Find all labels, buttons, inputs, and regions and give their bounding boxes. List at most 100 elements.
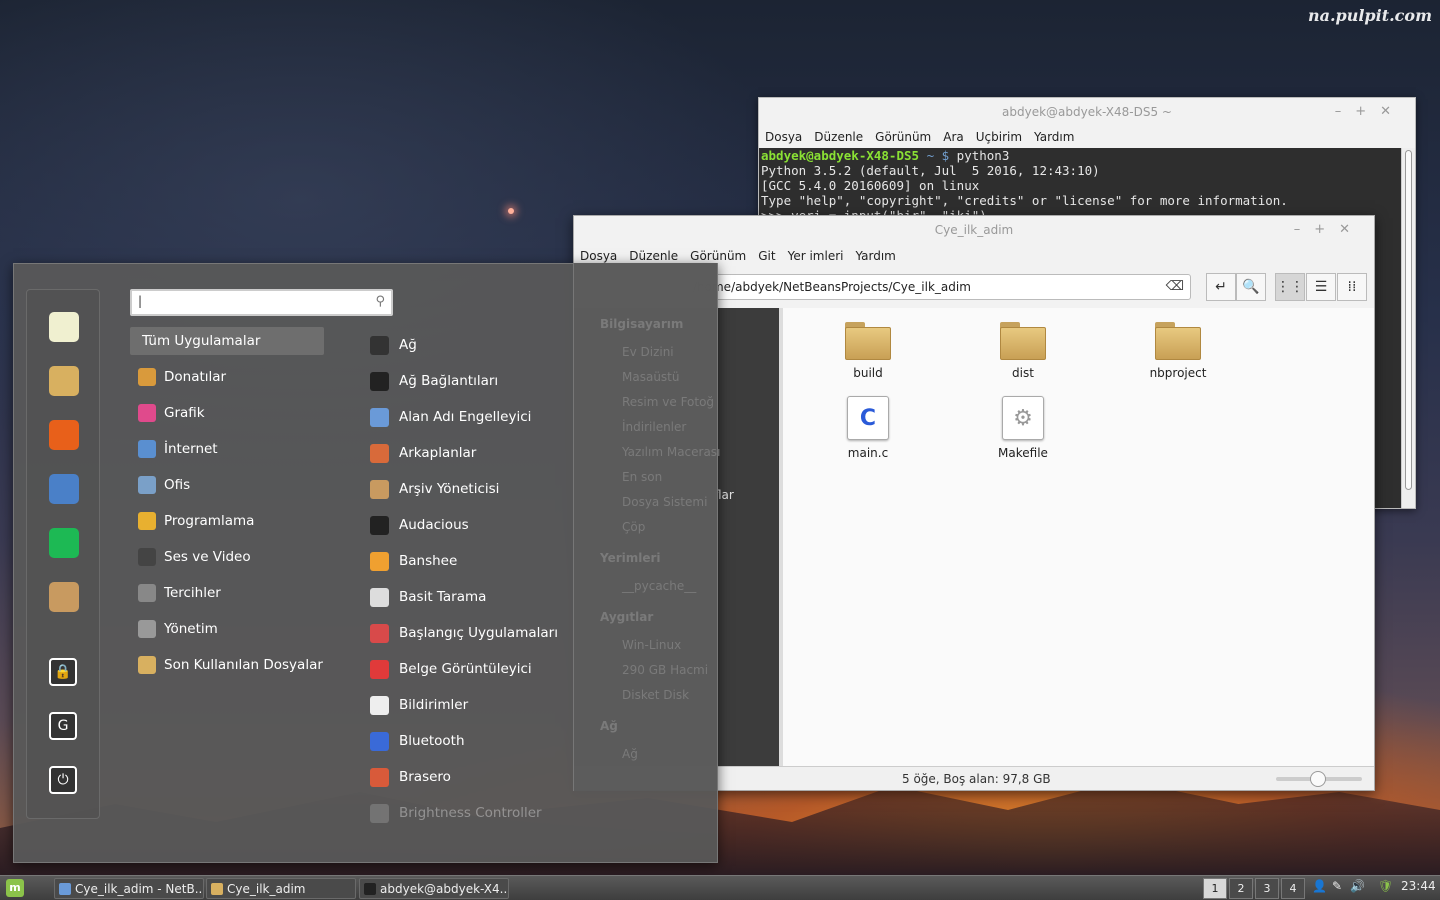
- fm-content[interactable]: build dist nbproject Cmain.c ⚙ Makefile: [783, 308, 1374, 766]
- accessories-icon: [138, 368, 156, 386]
- lock-icon[interactable]: 🔒: [49, 658, 77, 686]
- package-icon[interactable]: [49, 582, 79, 612]
- sidebar-item: 290 GB Hacmi: [622, 663, 709, 677]
- terminal-titlebar[interactable]: abdyek@abdyek-X48-DS5 ~ –+✕: [759, 98, 1415, 126]
- terminal-menu-item[interactable]: Görünüm: [875, 130, 931, 144]
- update-shield-icon[interactable]: 🛡: [1378, 879, 1393, 893]
- category-label: Grafik: [164, 405, 205, 421]
- app-item[interactable]: Audacious: [370, 511, 469, 539]
- file-name: build: [853, 366, 883, 380]
- sidebar-item: Disket Disk: [622, 688, 690, 702]
- app-item[interactable]: Ağ: [370, 331, 417, 359]
- app-item[interactable]: Alan Adı Engelleyici: [370, 403, 531, 431]
- search-button[interactable]: 🔍: [1236, 273, 1266, 301]
- prompt-user: abdyek@abdyek-X48-DS5: [761, 148, 920, 163]
- user-icon[interactable]: 👤: [1312, 879, 1327, 893]
- power-icon[interactable]: ⏻: [49, 766, 77, 794]
- settings-icon[interactable]: [49, 312, 79, 342]
- file-item[interactable]: build: [813, 322, 923, 380]
- category-internet[interactable]: İnternet: [130, 435, 324, 463]
- app-item[interactable]: Brasero: [370, 763, 451, 791]
- file-item[interactable]: nbproject: [1123, 322, 1233, 380]
- fm-menu-item[interactable]: Düzenle: [629, 249, 678, 263]
- terminal-scrollbar[interactable]: [1401, 148, 1415, 508]
- list-view-button[interactable]: ☰: [1306, 273, 1336, 301]
- taskbar-window-button[interactable]: Cye_ilk_adim: [206, 878, 356, 899]
- category-programming[interactable]: Programlama: [130, 507, 324, 535]
- terminal-title: abdyek@abdyek-X48-DS5 ~: [1002, 105, 1172, 119]
- terminal-menu-item[interactable]: Düzenle: [814, 130, 863, 144]
- terminal-menu-item[interactable]: Ara: [943, 130, 964, 144]
- mint-menu-icon[interactable]: m: [6, 879, 24, 897]
- category-sound-video[interactable]: Ses ve Video: [130, 543, 324, 571]
- fm-window-controls[interactable]: –+✕: [1294, 216, 1364, 244]
- workspace-1[interactable]: 1: [1203, 878, 1227, 899]
- category-label: Yönetim: [164, 621, 218, 637]
- network-icon[interactable]: ✎: [1332, 879, 1342, 893]
- app-item[interactable]: Banshee: [370, 547, 457, 575]
- fm-menu-item[interactable]: Yer imleri: [788, 249, 844, 263]
- workspace-3[interactable]: 3: [1255, 878, 1279, 899]
- compact-view-button[interactable]: ⁞⁞: [1337, 273, 1367, 301]
- firefox-icon[interactable]: [49, 420, 79, 450]
- scrollbar-thumb[interactable]: [1405, 150, 1412, 490]
- office-icon: [138, 476, 156, 494]
- file-name: dist: [1012, 366, 1034, 380]
- file-item[interactable]: Cmain.c: [813, 396, 923, 460]
- volume-icon[interactable]: 🔊: [1350, 879, 1365, 893]
- workspace-2[interactable]: 2: [1229, 878, 1253, 899]
- category-preferences[interactable]: Tercihler: [130, 579, 324, 607]
- pidgin-icon[interactable]: [49, 474, 79, 504]
- fm-menu-item[interactable]: Görünüm: [690, 249, 746, 263]
- path-input[interactable]: /home/abdyek/NetBeansProjects/Cye_ilk_ad…: [688, 274, 1191, 300]
- workspace-4[interactable]: 4: [1281, 878, 1305, 899]
- app-item[interactable]: Bluetooth: [370, 727, 465, 755]
- category-graphics[interactable]: Grafik: [130, 399, 324, 427]
- file-name: main.c: [847, 446, 889, 460]
- app-item[interactable]: Arkaplanlar: [370, 439, 476, 467]
- fm-menu-item[interactable]: Git: [758, 249, 775, 263]
- category-all-apps[interactable]: Tüm Uygulamalar: [130, 327, 324, 355]
- clock[interactable]: 23:44: [1401, 879, 1436, 893]
- simple-scan-icon: [370, 588, 389, 607]
- app-item[interactable]: Belge Görüntüleyici: [370, 655, 532, 683]
- fm-titlebar[interactable]: Cye_ilk_adim –+✕: [574, 216, 1374, 244]
- terminal-menu-item[interactable]: Dosya: [765, 130, 802, 144]
- app-item[interactable]: Başlangıç Uygulamaları: [370, 619, 558, 647]
- files-icon[interactable]: [49, 366, 79, 396]
- search-input[interactable]: | ⚲: [130, 289, 393, 316]
- app-item[interactable]: Ağ Bağlantıları: [370, 367, 498, 395]
- clear-path-icon[interactable]: ⌫: [1166, 275, 1184, 299]
- folder-icon: [845, 322, 891, 360]
- terminal-window-controls[interactable]: –+✕: [1335, 98, 1405, 126]
- category-label: Donatılar: [164, 369, 227, 385]
- logout-icon[interactable]: G: [49, 712, 77, 740]
- taskbar-window-button[interactable]: Cye_ilk_adim - NetB...: [54, 878, 204, 899]
- brightness-icon: [370, 804, 389, 823]
- file-item[interactable]: ⚙ Makefile: [968, 396, 1078, 460]
- toggle-location-button[interactable]: ↵: [1206, 273, 1236, 301]
- icon-view-button[interactable]: ⋮⋮: [1275, 273, 1305, 301]
- app-label: Arkaplanlar: [399, 445, 477, 461]
- file-item[interactable]: dist: [968, 322, 1078, 380]
- terminal-menu-item[interactable]: Yardım: [1034, 130, 1074, 144]
- zoom-slider[interactable]: [1276, 771, 1362, 787]
- category-accessories[interactable]: Donatılar: [130, 363, 324, 391]
- category-label: Tüm Uygulamalar: [142, 333, 261, 349]
- sound-video-icon: [138, 548, 156, 566]
- internet-icon: [138, 440, 156, 458]
- app-item[interactable]: Arşiv Yöneticisi: [370, 475, 499, 503]
- terminal-menu-item[interactable]: Uçbirim: [976, 130, 1022, 144]
- fm-menu-item[interactable]: Yardım: [855, 249, 895, 263]
- category-recent-files[interactable]: Son Kullanılan Dosyalar: [130, 651, 324, 679]
- app-item[interactable]: Bildirimler: [370, 691, 468, 719]
- spotify-icon[interactable]: [49, 528, 79, 558]
- app-item[interactable]: Brightness Controller: [370, 799, 542, 827]
- app-item[interactable]: Basit Tarama: [370, 583, 486, 611]
- fm-menu-item[interactable]: Dosya: [580, 249, 617, 263]
- zoom-slider-knob[interactable]: [1310, 771, 1326, 787]
- category-administration[interactable]: Yönetim: [130, 615, 324, 643]
- taskbar-window-button[interactable]: abdyek@abdyek-X4...: [359, 878, 509, 899]
- category-office[interactable]: Ofis: [130, 471, 324, 499]
- sidebar-item: Ağ: [622, 747, 638, 761]
